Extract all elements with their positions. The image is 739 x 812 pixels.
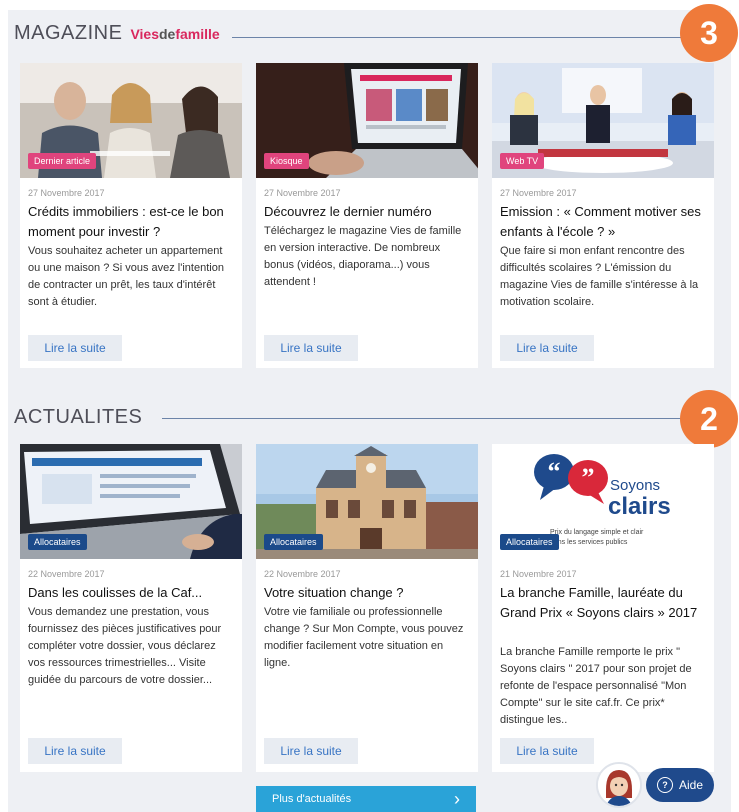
category-tag: Kiosque bbox=[264, 153, 309, 169]
actualites-title: ACTUALITES bbox=[14, 406, 143, 428]
article-title[interactable]: Crédits immobiliers : est-ce le bon mome… bbox=[28, 202, 236, 242]
category-tag: Allocataires bbox=[264, 534, 323, 550]
article-title[interactable]: Découvrez le dernier numéro bbox=[264, 202, 472, 222]
category-tag: Allocataires bbox=[500, 534, 559, 550]
article-description: Que faire si mon enfant rencontre des di… bbox=[500, 245, 699, 308]
help-icon: ? bbox=[656, 777, 673, 793]
article-date: 22 Novembre 2017 bbox=[28, 569, 105, 579]
article-date: 21 Novembre 2017 bbox=[500, 569, 577, 579]
logo-sub1: Prix du langage simple et clair bbox=[550, 529, 644, 536]
article-description: La branche Famille remporte le prix " So… bbox=[500, 646, 692, 726]
actualites-divider bbox=[162, 418, 712, 419]
category-tag: Allocataires bbox=[28, 534, 87, 550]
help-label: Aide bbox=[678, 778, 704, 792]
article-title[interactable]: Dans les coulisses de la Caf... bbox=[28, 583, 236, 603]
article-title[interactable]: Votre situation change ? bbox=[264, 583, 472, 603]
magazine-card[interactable]: Dernier article 27 Novembre 2017 Crédits… bbox=[20, 63, 242, 368]
read-more-button[interactable]: Lire la suite bbox=[500, 335, 594, 361]
more-news-label: Plus d'actualités bbox=[272, 793, 352, 805]
actualites-header: ACTUALITES bbox=[14, 406, 142, 429]
article-date: 22 Novembre 2017 bbox=[264, 569, 341, 579]
news-card[interactable]: Allocataires 22 Novembre 2017 Dans les c… bbox=[20, 444, 242, 772]
category-tag: Web TV bbox=[500, 153, 545, 169]
read-more-button[interactable]: Lire la suite bbox=[264, 335, 358, 361]
article-description: Votre vie familiale ou professionnelle c… bbox=[264, 606, 464, 669]
article-date: 27 Novembre 2017 bbox=[500, 188, 577, 198]
vies-de-famille-logo: Viesdefamille bbox=[130, 25, 220, 42]
news-card[interactable]: Allocataires 22 Novembre 2017 Votre situ… bbox=[256, 444, 478, 772]
article-description: Vous demandez une prestation, vous fourn… bbox=[28, 606, 222, 686]
read-more-button[interactable]: Lire la suite bbox=[28, 335, 122, 361]
magazine-count-badge: 3 bbox=[680, 4, 738, 62]
category-tag: Dernier article bbox=[28, 153, 97, 169]
article-date: 27 Novembre 2017 bbox=[264, 188, 341, 198]
logo-line1: Soyons bbox=[610, 477, 660, 494]
more-news-button[interactable]: Plus d'actualités › bbox=[256, 786, 476, 812]
assistant-avatar[interactable] bbox=[596, 762, 642, 808]
article-description: Vous souhaitez acheter un appartement ou… bbox=[28, 245, 224, 308]
actualites-count-badge: 2 bbox=[680, 390, 738, 448]
read-more-button[interactable]: Lire la suite bbox=[28, 738, 122, 764]
article-date: 27 Novembre 2017 bbox=[28, 188, 105, 198]
magazine-title: MAGAZINE bbox=[14, 22, 123, 44]
news-card[interactable]: “ ” Soyons clairs Prix du langage simple… bbox=[492, 444, 714, 772]
logo-line2: clairs bbox=[608, 493, 671, 520]
article-title[interactable]: Emission : « Comment motiver ses enfants… bbox=[500, 202, 708, 242]
read-more-button[interactable]: Lire la suite bbox=[500, 738, 594, 764]
logo-quote-right: ” bbox=[582, 463, 595, 492]
logo-sub2: dans les services publics bbox=[550, 539, 628, 546]
chevron-right-icon: › bbox=[454, 788, 460, 809]
magazine-divider bbox=[232, 37, 712, 38]
logo-quote-left: “ bbox=[548, 457, 561, 486]
article-description: Téléchargez le magazine Vies de famille … bbox=[264, 225, 462, 288]
magazine-header: MAGAZINE Viesdefamille bbox=[14, 22, 220, 45]
magazine-card[interactable]: Web TV 27 Novembre 2017 Emission : « Com… bbox=[492, 63, 714, 368]
article-title[interactable]: La branche Famille, lauréate du Grand Pr… bbox=[500, 583, 708, 623]
magazine-card[interactable]: Kiosque 27 Novembre 2017 Découvrez le de… bbox=[256, 63, 478, 368]
read-more-button[interactable]: Lire la suite bbox=[264, 738, 358, 764]
help-button[interactable]: ? Aide bbox=[646, 768, 714, 802]
